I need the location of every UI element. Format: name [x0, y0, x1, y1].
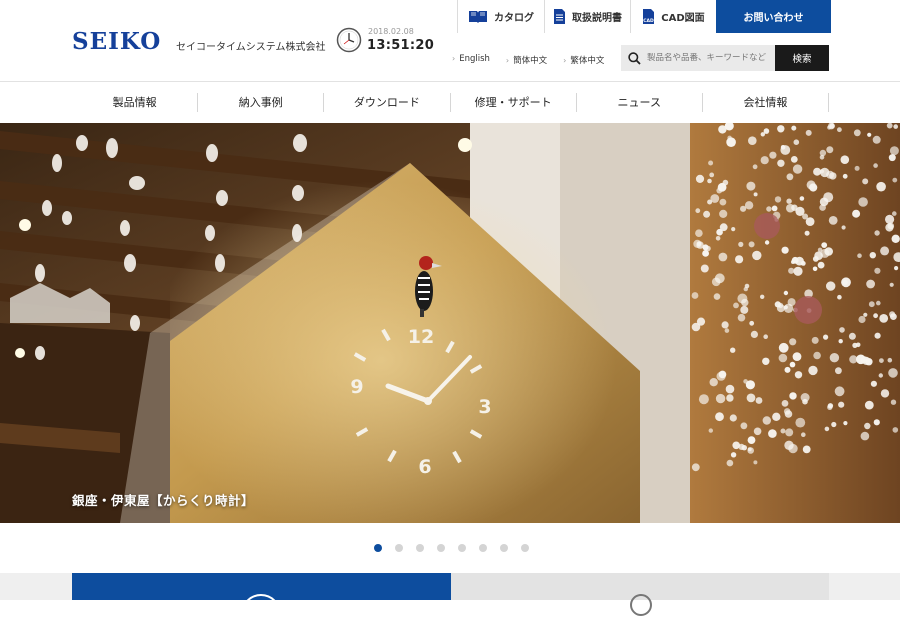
hero-caption: 銀座・伊東屋【からくり時計】 — [72, 493, 255, 508]
feature-panel-right[interactable] — [451, 573, 829, 616]
clock-date: 2018.02.08 — [368, 27, 414, 36]
company-name: セイコータイムシステム株式会社 — [176, 42, 326, 53]
carousel-dot[interactable] — [437, 544, 445, 552]
main-nav: 製品情報 納入事例 ダウンロード 修理・サポート ニュース 会社情報 — [72, 82, 830, 123]
svg-text:CAD: CAD — [644, 18, 655, 24]
carousel-dots — [374, 544, 529, 552]
nav-products[interactable]: 製品情報 — [72, 93, 199, 112]
manual-label: 取扱説明書 — [572, 13, 622, 24]
nav-company[interactable]: 会社情報 — [703, 93, 830, 112]
lang-traditional-chinese[interactable]: › 繁体中文 — [563, 54, 604, 66]
language-links: › English › 簡体中文 › 繁体中文 — [452, 54, 620, 66]
nav-support[interactable]: 修理・サポート — [451, 93, 577, 112]
nav-download[interactable]: ダウンロード — [324, 93, 451, 112]
carousel-dot[interactable] — [416, 544, 424, 552]
carousel-dot[interactable] — [395, 544, 403, 552]
cad-button[interactable]: CAD CAD図面 — [630, 0, 716, 33]
clock-icon — [336, 27, 362, 53]
contact-label: お問い合わせ — [743, 13, 804, 24]
nav-news[interactable]: ニュース — [577, 93, 703, 112]
carousel-dot[interactable] — [374, 544, 382, 552]
site-header: SEIKO セイコータイムシステム株式会社 2018.02.08 13:51:2… — [0, 0, 900, 82]
contact-button[interactable]: お問い合わせ — [716, 0, 831, 33]
carousel-dot[interactable] — [479, 544, 487, 552]
carousel-dot[interactable] — [521, 544, 529, 552]
clock-time: 13:51:20 — [367, 38, 435, 53]
search-box — [621, 45, 775, 71]
hero-image: 12 3 6 9 — [0, 123, 900, 523]
clock-numeral-9: 9 — [350, 376, 363, 398]
feature-panel-left[interactable] — [72, 573, 451, 634]
chevron-right-icon: › — [452, 54, 456, 63]
search-input[interactable] — [647, 53, 773, 63]
lang-english[interactable]: › English — [452, 54, 490, 66]
hero-slide[interactable]: 12 3 6 9 銀座・伊東屋【からくり時計】 — [0, 123, 900, 523]
clock-numeral-3: 3 — [478, 396, 491, 418]
document-icon — [554, 9, 565, 24]
catalog-button[interactable]: カタログ — [457, 0, 544, 33]
clock-numeral-6: 6 — [418, 456, 431, 478]
feature-band — [0, 573, 900, 634]
carousel-dot[interactable] — [458, 544, 466, 552]
book-icon — [469, 11, 487, 23]
manual-button[interactable]: 取扱説明書 — [544, 0, 630, 33]
circle-icon — [630, 594, 652, 616]
chevron-right-icon: › — [563, 56, 567, 65]
cad-label: CAD図面 — [661, 13, 705, 24]
chevron-right-icon: › — [505, 56, 510, 65]
lang-simplified-chinese[interactable]: › 簡体中文 — [506, 54, 547, 66]
nav-case-studies[interactable]: 納入事例 — [198, 93, 325, 112]
search-button[interactable]: 検索 — [775, 45, 829, 71]
search-icon — [628, 51, 641, 65]
carousel-dot[interactable] — [500, 544, 508, 552]
clock-numeral-12: 12 — [408, 326, 434, 348]
circle-icon — [241, 594, 281, 634]
catalog-label: カタログ — [494, 13, 534, 24]
top-buttons: カタログ 取扱説明書 CAD CAD図面 お問い合わせ — [457, 0, 831, 33]
cad-file-icon: CAD — [643, 9, 655, 24]
seiko-logo[interactable]: SEIKO — [72, 28, 161, 55]
